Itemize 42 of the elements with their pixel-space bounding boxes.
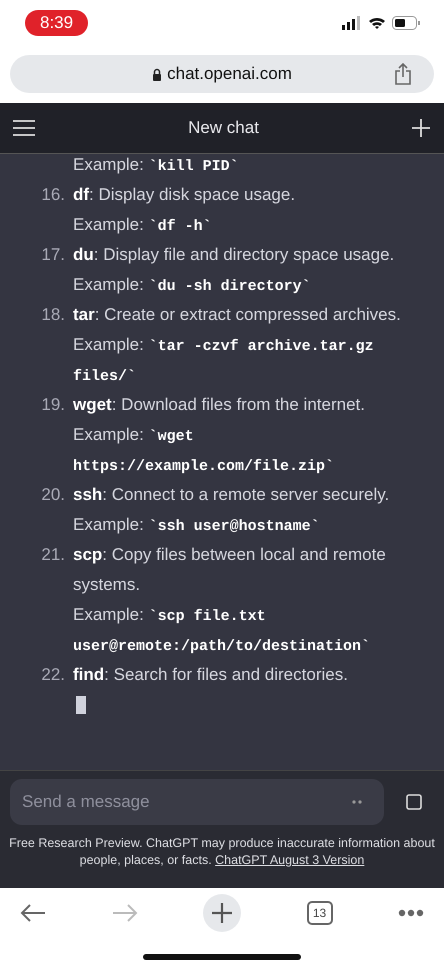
- list-item-text: find: Search for files and directories.: [73, 664, 348, 686]
- disclaimer-text: Free Research Preview. ChatGPT may produce inaccurate information about people, places, or facts. ChatGPT August 3 Version: [8, 835, 436, 869]
- example-text: Example: `du -sh directory`: [73, 274, 311, 297]
- signal-icon: [342, 16, 362, 30]
- url-text: chat.openai.com: [167, 64, 292, 84]
- stop-icon[interactable]: [406, 794, 422, 810]
- example-text: Example: `kill PID`: [73, 154, 239, 177]
- plus-icon[interactable]: [412, 119, 430, 137]
- list-item-text: wget: Download files from the internet.: [73, 394, 365, 416]
- list-number: 16.: [40, 184, 66, 206]
- list-item-text: df: Display disk space usage.: [73, 184, 296, 206]
- list-item-text: tar: Create or extract compressed archives.: [73, 304, 401, 326]
- typing-cursor: [76, 696, 86, 714]
- dots-icon: [352, 800, 362, 804]
- version-link[interactable]: ChatGPT August 3 Version: [215, 853, 364, 867]
- clock-time: 8:39: [25, 10, 88, 36]
- tab-count-button[interactable]: 13: [306, 901, 332, 925]
- menu-icon[interactable]: [13, 120, 35, 136]
- example-text: Example: `scp file.txt user@remote:/path/to/destination`: [73, 604, 370, 657]
- list-item-text: du: Display file and directory space usage.: [73, 244, 394, 266]
- lock-icon: [152, 68, 162, 80]
- list-number: 17.: [40, 244, 66, 266]
- list-number: 21.: [40, 544, 66, 566]
- list-item-text: scp: Copy files between local and remote systems.: [73, 544, 387, 596]
- list-number: 18.: [40, 304, 66, 326]
- list-item-text: ssh: Connect to a remote server securely.: [73, 484, 390, 506]
- share-icon[interactable]: [394, 63, 412, 85]
- list-number: 22.: [40, 664, 66, 686]
- back-icon[interactable]: [20, 903, 46, 923]
- more-icon[interactable]: [398, 909, 424, 917]
- example-text: Example: `ssh user@hostname`: [73, 514, 320, 537]
- example-text: Example: `tar -czvf archive.tar.gz files/`: [73, 334, 374, 387]
- battery-icon: [392, 16, 420, 30]
- list-number: 19.: [40, 394, 66, 416]
- example-text: Example: `wget https://example.com/file.zip`: [73, 424, 334, 477]
- message-input[interactable]: Send a message: [10, 779, 384, 825]
- example-text: Example: `df -h`: [73, 214, 212, 237]
- new-tab-button[interactable]: [203, 894, 241, 932]
- chat-title: New chat: [188, 118, 259, 138]
- address-bar[interactable]: chat.openai.com: [10, 55, 434, 93]
- wifi-icon: [368, 16, 386, 30]
- list-number: 20.: [40, 484, 66, 506]
